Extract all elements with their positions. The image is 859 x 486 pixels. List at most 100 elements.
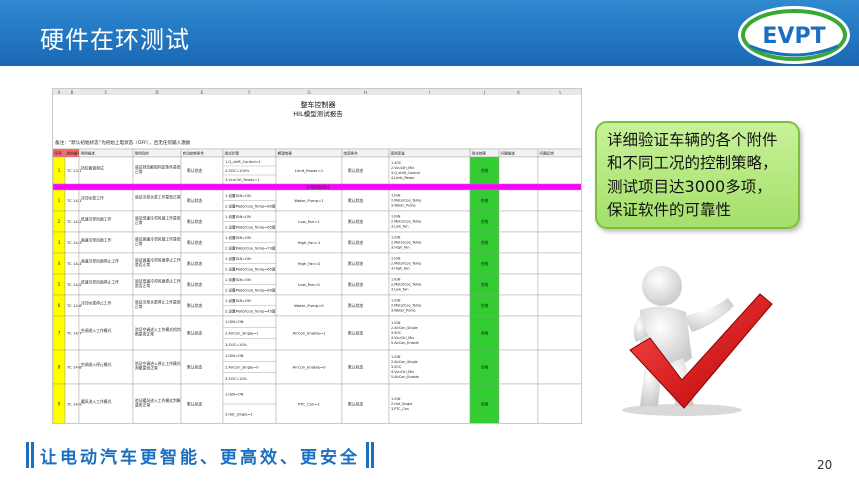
- slogan-bars-left-icon: [26, 442, 34, 468]
- header-cell-text: 自动控制条件: [183, 151, 205, 156]
- row-condition: 默认状态: [187, 168, 202, 173]
- row-step: 2.AirCon_Single=0: [225, 366, 259, 370]
- row-step: 1.Q_shift_Control=1: [225, 160, 261, 164]
- row-case-id: TC 14-1: [66, 198, 82, 203]
- row-observed: 2.MotorCoo_Temp: [391, 283, 421, 287]
- row-observed: 2.VcuCtrl_Mix: [391, 166, 414, 170]
- row-condition: 默认状态: [187, 331, 202, 336]
- row-condition: 默认状态: [187, 303, 202, 308]
- spreadsheet-grid: A B C D E F G H I J K L整车控制器HIL模型测试报告备注：“默认初始状态”为初始…: [53, 89, 581, 423]
- row-expected: AirCon_Enable=1: [292, 331, 326, 336]
- header-cell-text: 问题反馈: [540, 151, 555, 156]
- row-step: 1.设置IGN=ON: [225, 256, 251, 261]
- page-number: 20: [817, 458, 833, 472]
- footer-slogan: 让电动汽车更智能、更高效、更安全: [26, 440, 374, 470]
- callout-highlight-number: 3000: [684, 177, 726, 196]
- row-condition: 默认状态: [187, 261, 202, 266]
- row-number: 8: [58, 365, 61, 370]
- row-step: 1.设置IGN=ON: [225, 214, 251, 219]
- row-step: 2.Hot_Single=1: [225, 413, 253, 417]
- row-observed: 2.MotorCoo_Temp: [391, 220, 421, 224]
- row-observed: 3.Water_Pump: [391, 309, 416, 313]
- row-number: 6: [58, 303, 61, 308]
- row-observed: 1.IGN: [391, 194, 401, 198]
- row-cell: [498, 231, 539, 254]
- row-observed: 2.Hot_Single: [391, 402, 412, 406]
- row-observed: 2.AirCon_Single: [391, 326, 418, 330]
- row-purpose: 正常: [135, 220, 143, 225]
- row-cell: [78, 349, 134, 385]
- row-expected: AirCon_Enable=0: [292, 365, 326, 370]
- row-purpose: 正常: [135, 241, 143, 246]
- row-observed: 1.IGN: [391, 355, 401, 359]
- row-cell: [498, 156, 539, 185]
- row-cell: [498, 210, 539, 233]
- callout-line-1: 详细验证车辆的各个附件: [607, 131, 778, 149]
- row-cell: [498, 349, 539, 385]
- row-cell: [132, 189, 182, 212]
- row-number: 1: [58, 198, 61, 203]
- row-case-id: TC 14-9: [66, 402, 82, 407]
- slide: 硬件在环测试 EVPT A B C D E F G H I J K L 整车控制器 HIL模型测试报告 备注…: [0, 0, 859, 486]
- row-observed: 2.AirCon_Single: [391, 360, 418, 364]
- row-description: 空调进入停止模式: [81, 362, 112, 367]
- row-result: 合格: [481, 261, 489, 266]
- column-letter: K: [517, 90, 520, 95]
- row-cell: [537, 294, 581, 317]
- row-cell: [78, 383, 134, 423]
- row-purpose: 是否正常: [135, 403, 150, 408]
- row-case-id: TC 14-7: [66, 331, 82, 336]
- row-end-condition: 默认状态: [348, 402, 363, 407]
- logo-icon: EVPT: [741, 9, 847, 61]
- column-letter: D: [155, 90, 158, 95]
- row-description: 低速冷却风扇停止工作: [81, 280, 119, 285]
- row-condition: 默认状态: [187, 402, 202, 407]
- row-end-condition: 默认状态: [348, 219, 363, 224]
- row-cell: [537, 231, 581, 254]
- callout-box: 详细验证车辆的各个附件 和不同工况的控制策略， 测试项目达3000多项， 保证软…: [595, 121, 800, 229]
- row-case-id: TC 14-3: [66, 240, 82, 245]
- header-cell-text: 观测变量: [391, 151, 406, 156]
- row-case-id: TC 14-2: [66, 219, 82, 224]
- person-checkmark-icon: [600, 258, 775, 418]
- row-result: 合格: [481, 303, 489, 308]
- row-result: 合格: [481, 365, 489, 370]
- row-cell: [537, 273, 581, 296]
- column-letter: G: [307, 90, 310, 95]
- column-letter-bar: [53, 89, 581, 95]
- row-cell: [537, 349, 581, 385]
- row-step: 2.SOC=100%: [225, 169, 250, 173]
- row-cell: [78, 315, 134, 351]
- callout-line-3a: 测试项目达: [607, 178, 685, 196]
- row-cell: [537, 189, 581, 212]
- row-result: 合格: [481, 331, 489, 336]
- row-observed: 5.AirCon_Enable: [391, 375, 419, 379]
- row-result: 合格: [481, 168, 489, 173]
- row-number: 2: [58, 219, 61, 224]
- row-expected: High_Fan=1: [298, 240, 321, 245]
- row-cell: [498, 273, 539, 296]
- row-number: 1: [58, 168, 61, 173]
- slogan-bars-right-icon: [366, 442, 374, 468]
- row-description: 冷却水泵停止工作: [81, 301, 112, 306]
- row-observed: 2.MotorCoo_Temp: [391, 241, 421, 245]
- row-case-id: TC 14-8: [66, 365, 82, 370]
- report-note: 备注：“默认初始状态”为初始上电状态（OFF），且无任何输入激励: [55, 139, 191, 146]
- row-expected: High_Fan=0: [298, 261, 321, 266]
- column-letter: J: [483, 90, 485, 95]
- header-bar: 硬件在环测试 EVPT: [0, 0, 859, 66]
- row-step: 1.IGN=ON: [225, 320, 244, 324]
- row-step: 1.设置IGN=ON: [225, 235, 251, 240]
- row-purpose: 是否正常: [135, 283, 150, 288]
- row-step: 1.设置IGN=ON: [225, 193, 251, 198]
- row-purpose: 判断是否正常: [135, 366, 158, 371]
- row-description: 暖风进入工作模式: [81, 399, 112, 404]
- row-cell: [537, 315, 581, 351]
- section-label: 冷却控制测试: [306, 184, 330, 190]
- report-title: 整车控制器: [301, 100, 336, 109]
- row-number: 4: [58, 261, 61, 266]
- row-cell: [537, 252, 581, 275]
- row-case-id: TC 13-1: [66, 168, 82, 173]
- row-case-id: TC 14-5: [66, 282, 82, 287]
- row-result: 合格: [481, 282, 489, 287]
